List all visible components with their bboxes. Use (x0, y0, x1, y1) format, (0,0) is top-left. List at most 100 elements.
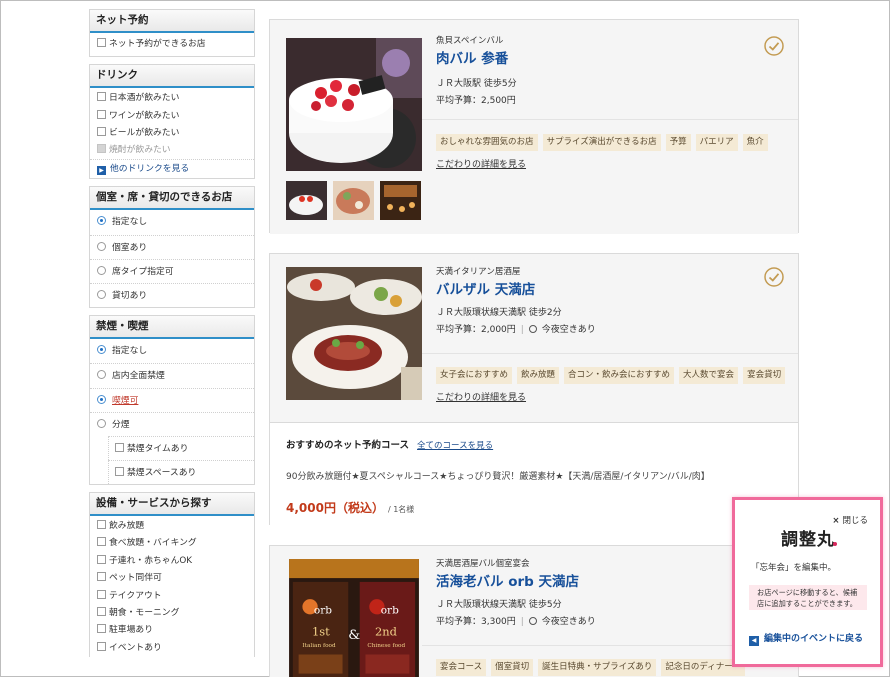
availability-icon (528, 617, 537, 625)
thumbnail-photo[interactable] (380, 181, 421, 220)
photo-text-amp: & (348, 628, 360, 643)
checkbox-facility-4[interactable]: ペット同伴可 (90, 570, 254, 587)
checkbox-facility-3[interactable]: 子連れ・赤ちゃんOK (90, 553, 254, 570)
close-label: 閉じる (842, 516, 868, 526)
checkbox-label: ビールが飲みたい (109, 127, 180, 138)
availability-icon (528, 325, 537, 333)
checkbox-label: 禁煙スペースあり (127, 467, 197, 478)
filter-sidebar: ネット予約 ネット予約ができるお店 ドリンク 日本酒が飲みたい ワインが飲みたい… (89, 9, 255, 664)
checkbox-icon[interactable] (97, 572, 106, 582)
feature-tag[interactable]: パエリア (695, 134, 738, 151)
logo-text: 調整丸 (781, 530, 835, 550)
checkbox-icon[interactable] (97, 554, 106, 564)
feature-tag[interactable]: 宴会コース (436, 659, 487, 676)
photo-text-orb-left: orb (314, 604, 332, 616)
checkbox-icon[interactable] (97, 109, 106, 119)
restaurant-name[interactable]: バルザル 天満店 (436, 278, 798, 298)
close-button[interactable]: × 閉じる (832, 514, 868, 526)
back-link-label[interactable]: 編集中のイベントに戻る (764, 634, 863, 644)
feature-tag[interactable]: 魚介 (742, 134, 768, 151)
restaurant-name[interactable]: 肉バル 参番 (436, 47, 798, 67)
feature-tag[interactable]: 個室貸切 (491, 659, 534, 676)
checkbox-icon[interactable] (97, 38, 106, 47)
feature-tag[interactable]: サプライズ演出ができるお店 (542, 134, 661, 151)
restaurant-main-photo[interactable]: orb orb 1st 2nd & Italian food Chinese f… (286, 559, 422, 677)
course-title[interactable]: 90分飲み放題付★夏スペシャルコース★ちょっぴり贅沢！厳選素材★【天満/居酒屋/… (286, 469, 782, 482)
checkbox-sake[interactable]: 日本酒が飲みたい (90, 90, 254, 107)
checkbox-icon[interactable] (97, 589, 106, 599)
feature-tag[interactable]: 予算 (665, 134, 691, 151)
detail-link[interactable]: こだわりの詳細を見る (436, 390, 798, 403)
recommended-course: おすすめのネット予約コース 全てのコースを見る 90分飲み放題付★夏スペシャルコー… (270, 422, 798, 528)
checkbox-icon[interactable] (97, 537, 106, 547)
radio-room-charter[interactable]: 貸切あり (90, 283, 254, 307)
radio-icon[interactable] (97, 216, 106, 226)
checkbox-icon[interactable] (115, 466, 124, 476)
checkbox-facility-2[interactable]: 食べ放題・バイキング (90, 535, 254, 552)
checkbox-facility-5[interactable]: テイクアウト (90, 588, 254, 605)
feature-tag[interactable]: 飲み放題 (517, 367, 560, 384)
checkbox-icon[interactable] (97, 624, 106, 634)
radio-icon[interactable] (97, 370, 106, 380)
tag-list: おしゃれな雰囲気のお店 サプライズ演出ができるお店 予算 パエリア 魚介 (436, 134, 798, 151)
restaurant-main-photo[interactable] (286, 38, 422, 171)
checkbox-icon[interactable] (97, 519, 106, 529)
checkbox-net-reservation[interactable]: ネット予約ができるお店 (90, 36, 254, 53)
back-to-event-link[interactable]: ◀ 編集中のイベントに戻る (749, 631, 863, 646)
restaurant-budget: 平均予算：2,000円 | 今夜空きあり (436, 322, 798, 336)
checkbox-label: 焼酎が飲みたい (109, 145, 171, 156)
restaurant-main-photo[interactable] (286, 267, 422, 400)
radio-room-seat-type[interactable]: 席タイプ指定可 (90, 258, 254, 283)
checkbox-facility-6[interactable]: 朝食・モーニング (90, 605, 254, 622)
checkbox-icon[interactable] (97, 606, 106, 616)
checkbox-icon[interactable] (97, 126, 106, 136)
checkbox-beer[interactable]: ビールが飲みたい (90, 125, 254, 142)
feature-tag[interactable]: 大人数で宴会 (679, 367, 739, 384)
more-drinks-label[interactable]: 他のドリンクを見る (110, 164, 189, 174)
radio-smoking-none[interactable]: 指定なし (90, 339, 254, 363)
restaurant-genre: 天満イタリアン居酒屋 (436, 267, 521, 277)
restaurant-summary: 天満イタリアン居酒屋 バルザル 天満店 ＪＲ大阪環状線天満駅 徒歩2分 平均予算… (270, 254, 798, 422)
radio-icon[interactable] (97, 290, 106, 300)
checkbox-facility-7[interactable]: 駐車場あり (90, 622, 254, 639)
checkbox-label: イベントあり (109, 642, 162, 653)
checkbox-smoke-free-space[interactable]: 禁煙スペースあり (108, 459, 254, 484)
radio-label: 喫煙可 (112, 395, 139, 406)
radio-icon[interactable] (97, 418, 106, 428)
thumbnail-photo[interactable] (333, 181, 374, 220)
feature-tag[interactable]: 合コン・飲み会におすすめ (564, 367, 675, 384)
filter-private-room: 個室・席・貸切のできるお店 指定なし 個室あり 席タイプ指定可 貸切あり (89, 186, 255, 309)
checkbox-smoke-free-time[interactable]: 禁煙タイムあり (108, 435, 254, 460)
checkbox-icon[interactable] (97, 92, 106, 102)
feature-tag[interactable]: 宴会貸切 (743, 367, 786, 384)
photo-text-chinese: Chinese food (367, 643, 405, 649)
radio-room-private[interactable]: 個室あり (90, 234, 254, 259)
feature-tag[interactable]: 女子会におすすめ (436, 367, 513, 384)
radio-icon[interactable] (97, 394, 106, 404)
radio-icon[interactable] (97, 265, 106, 275)
radio-room-none[interactable]: 指定なし (90, 210, 254, 234)
more-drinks-link[interactable]: ▶ 他のドリンクを見る (90, 159, 254, 178)
back-arrow-icon: ◀ (749, 636, 759, 646)
price-unit: / 1名様 (387, 505, 415, 514)
checkmark-icon[interactable] (764, 267, 784, 287)
checkbox-facility-8[interactable]: イベントあり (90, 640, 254, 657)
course-heading-text: おすすめのネット予約コース (286, 440, 410, 451)
checkbox-icon[interactable] (115, 442, 124, 452)
radio-icon[interactable] (97, 345, 106, 355)
radio-separated-smoking[interactable]: 分煙 (90, 411, 254, 436)
radio-non-smoking[interactable]: 店内全面禁煙 (90, 363, 254, 387)
radio-icon[interactable] (97, 241, 106, 251)
restaurant-card: orb orb 1st 2nd & Italian food Chinese f… (269, 545, 799, 677)
checkmark-icon[interactable] (764, 36, 784, 56)
feature-tag[interactable]: 誕生日特典・サプライズあり (538, 659, 657, 676)
checkbox-facility-1[interactable]: 飲み放題 (90, 518, 254, 535)
all-courses-link[interactable]: 全てのコースを見る (417, 441, 493, 451)
radio-smoking-allowed[interactable]: 喫煙可 (90, 387, 254, 412)
checkbox-wine[interactable]: ワインが飲みたい (90, 108, 254, 125)
detail-link[interactable]: こだわりの詳細を見る (436, 157, 798, 170)
filter-facility: 設備・サービスから探す 飲み放題 食べ放題・バイキング 子連れ・赤ちゃんOK ペ… (89, 491, 255, 658)
checkbox-icon[interactable] (97, 641, 106, 651)
thumbnail-photo[interactable] (286, 181, 327, 220)
feature-tag[interactable]: おしゃれな雰囲気のお店 (436, 134, 538, 151)
